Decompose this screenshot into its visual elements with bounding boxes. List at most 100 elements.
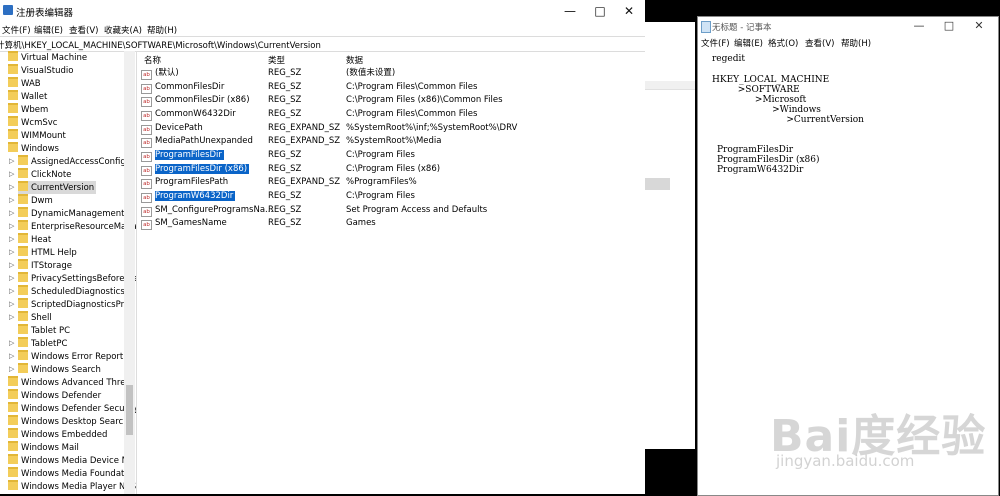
tree-item[interactable]: ▷ TabletPC bbox=[9, 337, 67, 350]
expand-arrow-icon[interactable]: ▷ bbox=[9, 168, 14, 181]
expand-arrow-icon[interactable]: ▷ bbox=[9, 272, 14, 285]
tree-item[interactable]: Tablet PC bbox=[18, 324, 70, 337]
column-header-data[interactable]: 数据 bbox=[346, 54, 363, 66]
folder-icon bbox=[18, 181, 28, 191]
expand-arrow-icon[interactable]: ▷ bbox=[9, 233, 14, 246]
column-header-name[interactable]: 名称 bbox=[144, 54, 161, 66]
tree-item[interactable]: WcmSvc bbox=[8, 116, 57, 129]
notepad-icon bbox=[701, 21, 711, 33]
folder-icon bbox=[8, 90, 18, 100]
expand-arrow-icon[interactable]: ▷ bbox=[9, 194, 14, 207]
tree-item[interactable]: ▷ ScriptedDiagnosticsProv bbox=[9, 298, 134, 311]
folder-icon bbox=[8, 402, 18, 412]
folder-icon bbox=[8, 467, 18, 477]
tree-item[interactable]: Windows Media Player NSS bbox=[8, 480, 136, 493]
tree-item[interactable]: ▷ Windows Search bbox=[9, 363, 101, 376]
tree-item[interactable]: Windows Media Device Ma bbox=[8, 454, 134, 467]
title-bar[interactable]: 注册表编辑器 — □ ✕ bbox=[0, 0, 645, 22]
notepad-title-bar[interactable]: 无标题 - 记事本 — □ ✕ bbox=[698, 17, 998, 35]
tree-item[interactable]: ▷ ITStorage bbox=[9, 259, 72, 272]
tree-item-currentversion[interactable]: ▷ CurrentVersion bbox=[9, 181, 97, 194]
tree-item[interactable]: ▷ ClickNote bbox=[9, 168, 71, 181]
tree-item[interactable]: Windows Defender bbox=[8, 389, 101, 402]
folder-icon bbox=[8, 441, 18, 451]
expand-arrow-icon[interactable]: ▷ bbox=[9, 311, 14, 324]
tree-item[interactable]: Windows Advanced Threat bbox=[8, 376, 134, 389]
text-line: ProgramFilesDir (x86) bbox=[717, 155, 820, 165]
folder-icon bbox=[8, 376, 18, 386]
expand-arrow-icon[interactable]: ▷ bbox=[9, 298, 14, 311]
folder-icon bbox=[18, 220, 28, 230]
tree-item[interactable]: Windows Media Foundatio bbox=[8, 467, 132, 480]
value-row[interactable]: ab CommonFilesDir REG_SZ C:\Program Files\C… bbox=[138, 81, 645, 94]
tree-item[interactable]: ▷ Heat bbox=[9, 233, 51, 246]
folder-icon bbox=[18, 298, 28, 308]
expand-arrow-icon[interactable]: ▷ bbox=[9, 220, 14, 233]
tree-scrollbar-thumb[interactable] bbox=[126, 385, 133, 435]
tree-item[interactable]: Wallet bbox=[8, 90, 47, 103]
tree-item[interactable]: ▷ AssignedAccessConfigu bbox=[9, 155, 131, 168]
tree-item-windows[interactable]: Windows bbox=[8, 142, 59, 155]
string-value-icon: ab bbox=[141, 152, 152, 162]
minimize-icon[interactable]: — bbox=[906, 17, 932, 35]
expand-arrow-icon[interactable]: ▷ bbox=[9, 259, 14, 272]
tree-item[interactable]: WIMMount bbox=[8, 129, 66, 142]
tree-item[interactable]: ▷ DynamicManagement bbox=[9, 207, 124, 220]
folder-icon bbox=[8, 415, 18, 425]
tree-item[interactable]: VisualStudio bbox=[8, 64, 73, 77]
value-row[interactable]: ab CommonFilesDir (x86) REG_SZ C:\Program F… bbox=[138, 94, 645, 107]
tree-item[interactable]: Windows Defender Security bbox=[8, 402, 136, 415]
tree-item[interactable]: ▷ HTML Help bbox=[9, 246, 77, 259]
value-row-selected[interactable]: ab ProgramFilesDir (x86) REG_SZ C:\Program … bbox=[138, 163, 645, 176]
expand-arrow-icon[interactable]: ▷ bbox=[9, 181, 14, 194]
menu-view[interactable]: 查看(V) bbox=[69, 24, 98, 36]
tree-item[interactable]: Windows Embedded bbox=[8, 428, 107, 441]
value-row[interactable]: ab SM_ConfigureProgramsNa... REG_SZ Set Pro… bbox=[138, 204, 645, 217]
address-bar[interactable]: 计算机\HKEY_LOCAL_MACHINE\SOFTWARE\Microsof… bbox=[0, 36, 645, 52]
string-value-icon: ab bbox=[141, 179, 152, 189]
tree-item[interactable]: ▷ Dwm bbox=[9, 194, 53, 207]
tree-item[interactable]: ▷ Shell bbox=[9, 311, 52, 324]
close-icon[interactable]: ✕ bbox=[966, 17, 992, 35]
folder-icon bbox=[18, 194, 28, 204]
value-row-selected[interactable]: ab ProgramW6432Dir REG_SZ C:\Program Files bbox=[138, 190, 645, 203]
tree-item[interactable]: ▷ Windows Error Reportin bbox=[9, 350, 131, 363]
value-row[interactable]: ab SM_GamesName REG_SZ Games bbox=[138, 217, 645, 230]
tree-item[interactable]: ▷ EnterpriseResourceMana bbox=[9, 220, 136, 233]
tree-item[interactable]: Wbem bbox=[8, 103, 48, 116]
tree-item[interactable]: ▷ PrivacySettingsBeforeCre bbox=[9, 272, 136, 285]
value-row[interactable]: ab (默认) REG_SZ (数值未设置) bbox=[138, 67, 645, 80]
expand-arrow-icon[interactable]: ▷ bbox=[9, 246, 14, 259]
value-row[interactable]: ab CommonW6432Dir REG_SZ C:\Program Files\C… bbox=[138, 108, 645, 121]
folder-icon bbox=[8, 77, 18, 87]
folder-icon bbox=[8, 480, 18, 490]
value-row[interactable]: ab DevicePath REG_EXPAND_SZ %SystemRoot%\in… bbox=[138, 122, 645, 135]
tree-item[interactable]: WAB bbox=[8, 77, 41, 90]
expand-arrow-icon[interactable]: ▷ bbox=[9, 337, 14, 350]
value-row[interactable]: ab MediaPathUnexpanded REG_EXPAND_SZ %Syste… bbox=[138, 135, 645, 148]
menu-file[interactable]: 文件(F) bbox=[2, 24, 31, 36]
tree-item[interactable]: Windows Mail bbox=[8, 441, 79, 454]
minimize-icon[interactable]: — bbox=[553, 0, 587, 22]
tree-item[interactable]: ▷ ScheduledDiagnostics bbox=[9, 285, 125, 298]
tree-item[interactable]: Windows Desktop Search bbox=[8, 415, 129, 428]
menu-help[interactable]: 帮助(H) bbox=[147, 24, 177, 36]
notepad-title: 无标题 - 记事本 bbox=[712, 23, 772, 33]
maximize-icon[interactable]: □ bbox=[936, 17, 962, 35]
tree-item[interactable]: Virtual Machine bbox=[8, 51, 87, 64]
background-window-highlight bbox=[645, 178, 670, 190]
expand-arrow-icon[interactable]: ▷ bbox=[9, 207, 14, 220]
string-value-icon: ab bbox=[141, 70, 152, 80]
value-row[interactable]: ab ProgramFilesPath REG_EXPAND_SZ %ProgramF… bbox=[138, 176, 645, 189]
value-row-selected[interactable]: ab ProgramFilesDir REG_SZ C:\Program Files bbox=[138, 149, 645, 162]
menu-favorites[interactable]: 收藏夹(A) bbox=[104, 24, 142, 36]
expand-arrow-icon[interactable]: ▷ bbox=[9, 285, 14, 298]
expand-arrow-icon[interactable]: ▷ bbox=[9, 155, 14, 168]
column-header-type[interactable]: 类型 bbox=[268, 54, 285, 66]
folder-icon bbox=[8, 129, 18, 139]
expand-arrow-icon[interactable]: ▷ bbox=[9, 350, 14, 363]
folder-icon bbox=[18, 311, 28, 321]
expand-arrow-icon[interactable]: ▷ bbox=[9, 363, 14, 376]
close-icon[interactable]: ✕ bbox=[612, 0, 646, 22]
menu-edit[interactable]: 编辑(E) bbox=[34, 24, 63, 36]
